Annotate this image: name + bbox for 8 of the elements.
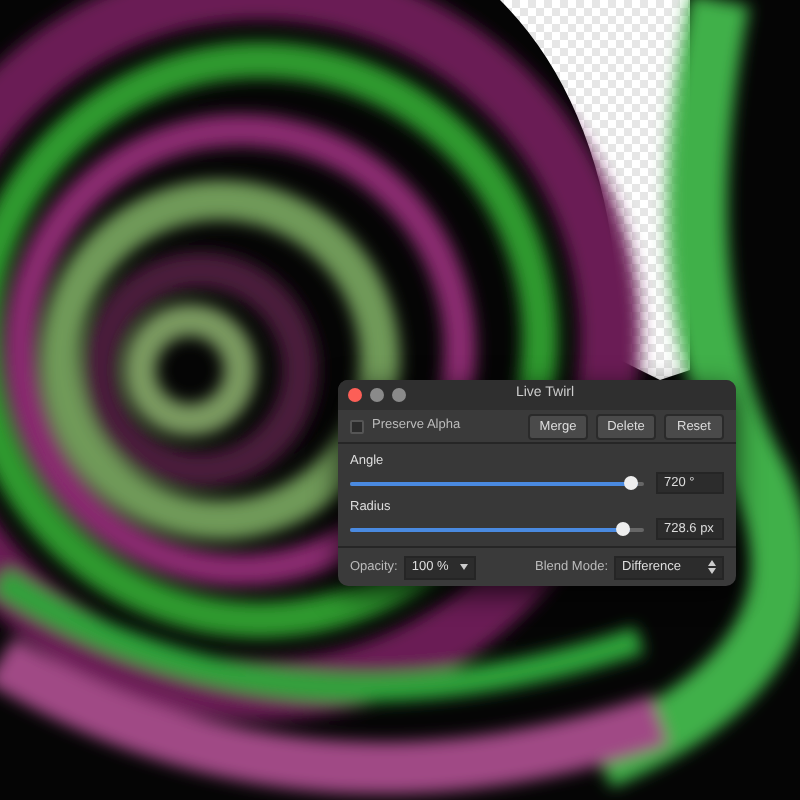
minimize-button[interactable]: [370, 388, 384, 402]
slider-thumb[interactable]: [616, 521, 630, 535]
stepper-icon: [708, 560, 716, 574]
zoom-button[interactable]: [392, 388, 406, 402]
slider-thumb[interactable]: [624, 475, 639, 489]
caret-icon: [459, 564, 468, 570]
checkbox[interactable]: [350, 419, 364, 433]
close-button[interactable]: [348, 388, 362, 402]
